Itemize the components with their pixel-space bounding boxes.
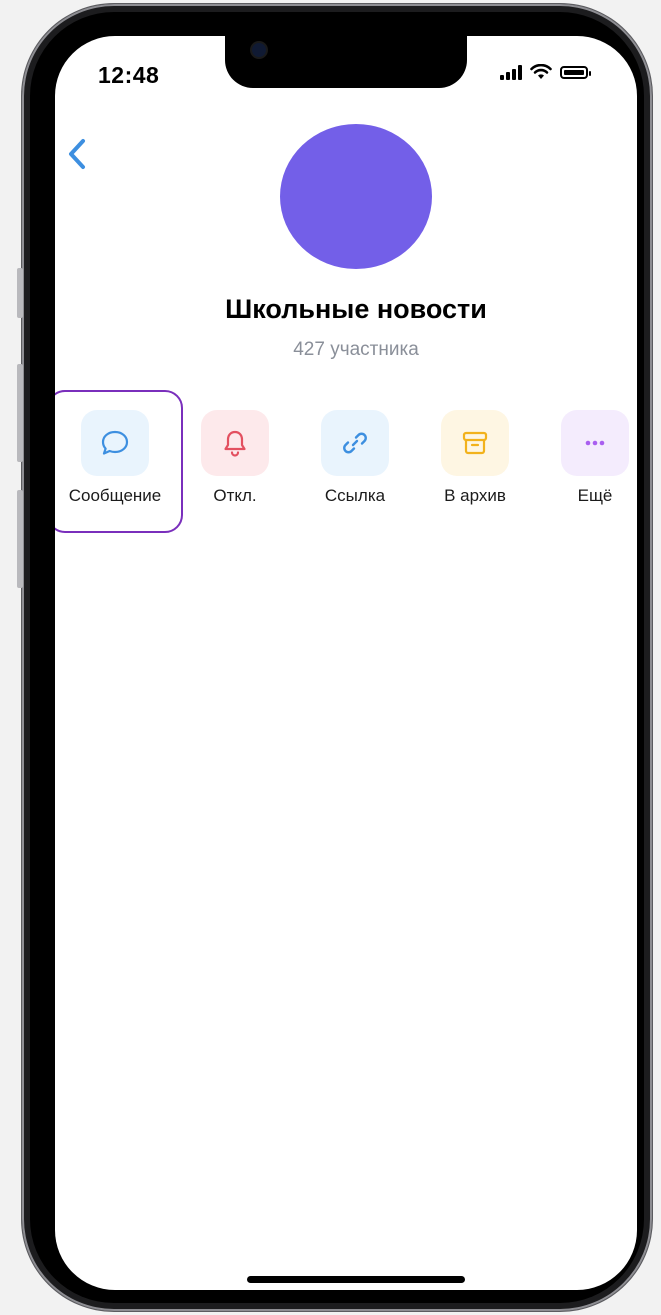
link-icon (343, 432, 367, 454)
home-indicator[interactable] (247, 1276, 465, 1283)
bell-icon (224, 430, 246, 457)
status-icons (500, 64, 591, 80)
status-time: 12:48 (98, 62, 160, 88)
archive-action-tile (441, 410, 509, 476)
message-action-label: Сообщение (68, 486, 162, 505)
archive-box-icon (462, 431, 488, 455)
volume-down-button (17, 490, 23, 588)
mute-action-button[interactable]: Откл. (175, 410, 295, 506)
more-action-button[interactable]: Ещё (535, 410, 637, 506)
more-dots-icon (585, 440, 605, 446)
message-action-tile (81, 410, 149, 476)
message-action-button[interactable]: Сообщение (55, 410, 175, 506)
mute-switch (17, 268, 23, 318)
group-name: Школьные новости (225, 294, 487, 324)
battery-icon (560, 65, 591, 79)
group-avatar[interactable] (280, 124, 432, 269)
link-action-tile (321, 410, 389, 476)
back-button[interactable] (63, 136, 91, 172)
more-action-tile (561, 410, 629, 476)
chevron-left-icon (69, 139, 85, 169)
mute-action-label: Откл. (213, 486, 257, 505)
front-camera (252, 43, 266, 57)
link-action-button[interactable]: Ссылка (295, 410, 415, 506)
link-action-label: Ссылка (324, 486, 386, 505)
message-bubble-icon (101, 430, 129, 455)
mute-action-tile (201, 410, 269, 476)
archive-action-button[interactable]: В архив (415, 410, 535, 506)
volume-up-button (17, 364, 23, 462)
archive-action-label: В архив (444, 486, 506, 505)
screen: 12:48 Школьные новости 427 участника Соо… (55, 36, 637, 1290)
wifi-icon (530, 64, 552, 79)
cellular-signal-icon (500, 64, 522, 80)
notch (225, 36, 467, 88)
more-action-label: Ещё (577, 486, 613, 505)
member-count: 427 участника (293, 339, 419, 360)
